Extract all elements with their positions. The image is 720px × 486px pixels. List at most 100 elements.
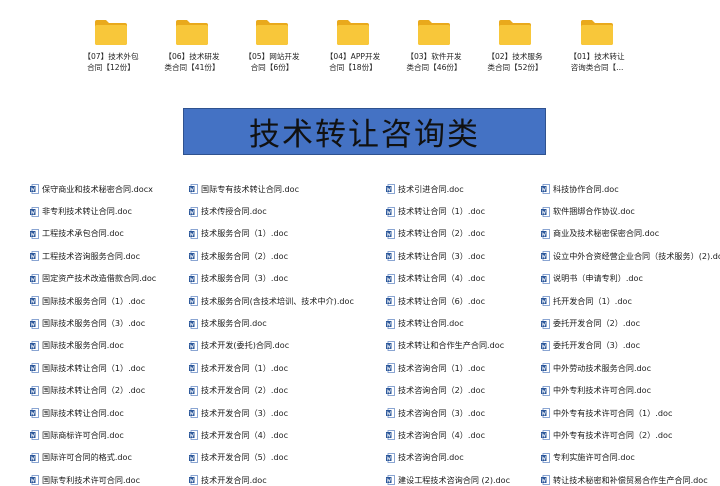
list-item[interactable]: 工程技术咨询服务合同.doc — [30, 245, 156, 267]
word-doc-icon — [189, 408, 198, 418]
file-name: 技术服务合同(含技术培训、技术中介).doc — [201, 295, 354, 306]
list-item[interactable]: 科技协作合同.doc — [541, 178, 720, 200]
list-item[interactable]: 商业及技术秘密保密合同.doc — [541, 223, 720, 245]
word-doc-icon — [386, 430, 395, 441]
list-item[interactable]: 软件捆绑合作协议.doc — [541, 200, 720, 222]
list-item[interactable]: 托开发合同（1）.doc — [541, 290, 720, 312]
word-doc-icon — [541, 229, 550, 239]
list-item[interactable]: 技术转让合同（6）.doc — [386, 290, 510, 312]
file-column: 国际专有技术转让合同.doc 技术传授合同.doc 技术服务合同（1）.doc 技术服… — [189, 178, 354, 486]
word-doc-icon — [189, 341, 198, 351]
file-name: 中外专有技术许可合同（1）.doc — [553, 407, 673, 418]
file-column: 保守商业和技术秘密合同.docx 非专利技术转让合同.doc 工程技术承包合同.do… — [30, 178, 156, 486]
folder-icon — [498, 18, 532, 46]
word-doc-icon — [541, 452, 550, 463]
list-item[interactable]: 国际技术转让合同（2）.doc — [30, 380, 156, 402]
list-item[interactable]: 技术咨询合同.doc — [386, 447, 510, 469]
folder-item[interactable]: 【05】网站开发 合同【6份】 — [235, 18, 309, 73]
list-item[interactable]: 建设工程技术咨询合同 (2).doc — [386, 469, 510, 486]
file-name: 委托开发合同（2）.doc — [553, 318, 641, 329]
folder-item[interactable]: 【06】技术研发 类合同【41份】 — [155, 18, 229, 73]
list-item[interactable]: 技术开发合同（2）.doc — [189, 380, 354, 402]
list-item[interactable]: 中外专有技术许可合同（1）.doc — [541, 402, 720, 424]
folder-label-line1: 【05】网站开发 — [244, 52, 300, 61]
list-item[interactable]: 委托开发合同（2）.doc — [541, 312, 720, 334]
folder-item[interactable]: 【03】软件开发 类合同【46份】 — [397, 18, 471, 73]
word-doc-icon — [386, 229, 395, 239]
folder-item[interactable]: 【01】技术转让 咨询类合同【... — [560, 18, 634, 73]
word-doc-icon — [386, 206, 395, 217]
list-item[interactable]: 国际专利技术许可合同.doc — [30, 469, 156, 486]
file-name: 技术开发合同（4）.doc — [201, 429, 289, 440]
folder-label-line2: 合同【18份】 — [329, 63, 377, 72]
list-item[interactable]: 技术咨询合同（3）.doc — [386, 402, 510, 424]
list-item[interactable]: 委托开发合同（3）.doc — [541, 335, 720, 357]
word-doc-icon — [386, 296, 395, 307]
list-item[interactable]: 技术开发合同（5）.doc — [189, 447, 354, 469]
list-item[interactable]: 技术咨询合同（2）.doc — [386, 380, 510, 402]
list-item[interactable]: 技术开发合同（4）.doc — [189, 424, 354, 446]
file-name: 技术转让合同（4）.doc — [398, 273, 486, 284]
list-item[interactable]: 非专利技术转让合同.doc — [30, 200, 156, 222]
word-doc-icon — [386, 318, 395, 329]
list-item[interactable]: 国际技术服务合同（3）.doc — [30, 312, 156, 334]
file-name: 技术开发合同（2）.doc — [201, 385, 289, 396]
list-item[interactable]: 技术服务合同（2）.doc — [189, 245, 354, 267]
word-doc-icon — [30, 385, 39, 396]
list-item[interactable]: 国际专有技术转让合同.doc — [189, 178, 354, 200]
file-name: 技术引进合同.doc — [398, 183, 464, 194]
list-item[interactable]: 技术引进合同.doc — [386, 178, 510, 200]
word-doc-icon — [386, 341, 395, 351]
list-item[interactable]: 技术传授合同.doc — [189, 200, 354, 222]
list-item[interactable]: 技术服务合同(含技术培训、技术中介).doc — [189, 290, 354, 312]
folder-item[interactable]: 【04】APP开发 合同【18份】 — [316, 18, 390, 73]
list-item[interactable]: 技术咨询合同（1）.doc — [386, 357, 510, 379]
folder-icon — [336, 18, 370, 46]
list-item[interactable]: 国际商标许可合同.doc — [30, 424, 156, 446]
file-name: 国际技术服务合同.doc — [42, 340, 124, 351]
list-item[interactable]: 工程技术承包合同.doc — [30, 223, 156, 245]
list-item[interactable]: 国际技术服务合同.doc — [30, 335, 156, 357]
list-item[interactable]: 专利实施许可合同.doc — [541, 447, 720, 469]
folder-label-line2: 合同【6份】 — [250, 63, 294, 72]
folder-icon — [417, 18, 451, 46]
list-item[interactable]: 保守商业和技术秘密合同.docx — [30, 178, 156, 200]
list-item[interactable]: 固定资产技术改造借款合同.doc — [30, 268, 156, 290]
list-item[interactable]: 技术服务合同（1）.doc — [189, 223, 354, 245]
list-item[interactable]: 技术咨询合同（4）.doc — [386, 424, 510, 446]
folder-item[interactable]: 【07】技术外包 合同【12份】 — [74, 18, 148, 73]
list-item[interactable]: 技术开发合同（3）.doc — [189, 402, 354, 424]
list-item[interactable]: 中外专有技术许可合同（2）.doc — [541, 424, 720, 446]
list-item[interactable]: 国际技术转让合同.doc — [30, 402, 156, 424]
list-item[interactable]: 技术开发合同.doc — [189, 469, 354, 486]
list-item[interactable]: 转让技术秘密和补偿贸易合作生产合同.doc — [541, 469, 720, 486]
list-item[interactable]: 技术转让和合作生产合同.doc — [386, 335, 510, 357]
list-item[interactable]: 技术服务合同.doc — [189, 312, 354, 334]
word-doc-icon — [189, 452, 198, 463]
list-item[interactable]: 技术开发合同（1）.doc — [189, 357, 354, 379]
file-name: 技术咨询合同（2）.doc — [398, 385, 486, 396]
list-item[interactable]: 技术开发(委托)合同.doc — [189, 335, 354, 357]
list-item[interactable]: 国际技术转让合同（1）.doc — [30, 357, 156, 379]
word-doc-icon — [386, 452, 395, 463]
list-item[interactable]: 设立中外合资经营企业合同（技术服务）(2).doc — [541, 245, 720, 267]
folder-label-line1: 【01】技术转让 — [569, 52, 625, 61]
list-item[interactable]: 技术转让合同（3）.doc — [386, 245, 510, 267]
folder-icon — [255, 18, 289, 46]
list-item[interactable]: 技术转让合同（1）.doc — [386, 200, 510, 222]
list-item[interactable]: 中外劳动技术服务合同.doc — [541, 357, 720, 379]
word-doc-icon — [30, 408, 39, 418]
file-name: 国际专有技术转让合同.doc — [201, 183, 300, 194]
list-item[interactable]: 技术服务合同（3）.doc — [189, 268, 354, 290]
file-name: 技术转让合同（2）.doc — [398, 228, 486, 239]
list-item[interactable]: 技术转让合同（2）.doc — [386, 223, 510, 245]
list-item[interactable]: 国际许可合同的格式.doc — [30, 447, 156, 469]
list-item[interactable]: 说明书（申请专利）.doc — [541, 268, 720, 290]
folder-label-line2: 类合同【41份】 — [164, 63, 220, 72]
list-item[interactable]: 中外专利技术许可合同.doc — [541, 380, 720, 402]
word-doc-icon — [30, 452, 39, 463]
list-item[interactable]: 技术转让合同（4）.doc — [386, 268, 510, 290]
folder-item[interactable]: 【02】技术服务 类合同【52份】 — [478, 18, 552, 73]
list-item[interactable]: 技术转让合同.doc — [386, 312, 510, 334]
list-item[interactable]: 国际技术服务合同（1）.doc — [30, 290, 156, 312]
